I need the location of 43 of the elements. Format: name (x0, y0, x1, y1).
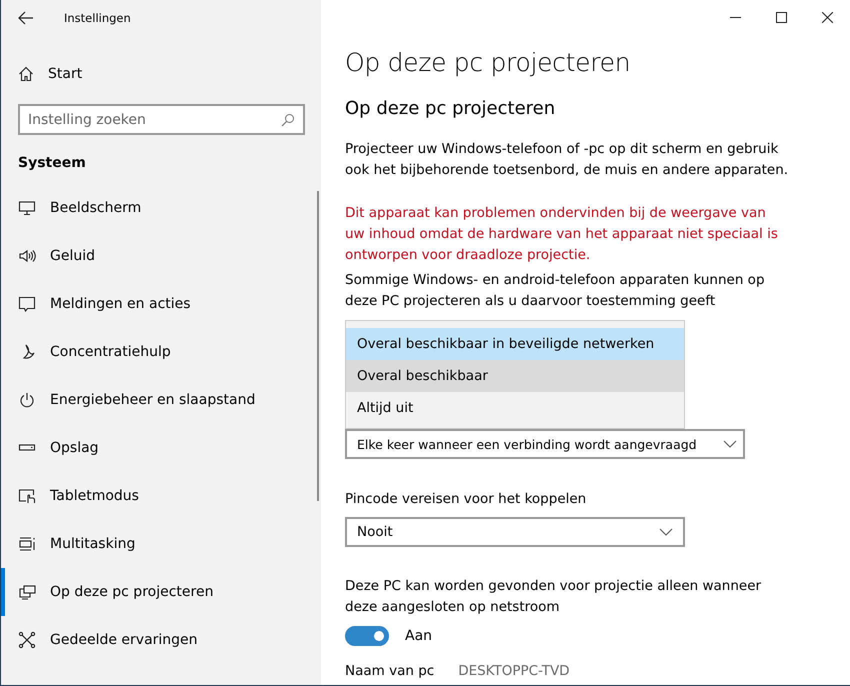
speaker-icon (18, 247, 38, 265)
sidebar-item[interactable]: Energiebeheer en slaapstand (1, 376, 297, 424)
page-title: Op deze pc projecteren (345, 48, 632, 77)
dropdown-option[interactable]: Overal beschikbaar in beveiligde netwerken (346, 328, 684, 360)
sidebar-item[interactable]: Concentratiehulp (1, 328, 297, 376)
pin-label: Pincode vereisen voor het koppelen (345, 490, 588, 509)
speech-bubble-icon (18, 295, 38, 313)
sidebar-item[interactable]: Op deze pc projecteren (1, 568, 301, 616)
home-icon (18, 66, 34, 82)
chevron-icon (723, 440, 737, 448)
search-field[interactable]: Instelling zoeken (18, 104, 305, 135)
sidebar-item[interactable]: Multitasking (1, 520, 297, 568)
power-label: Deze PC kan worden gevonden voor projectie alleen wanneer deze aangesloten op netstroom (345, 577, 762, 617)
pc-name-label: Naam van pc (345, 663, 434, 679)
monitor-icon (18, 199, 38, 217)
sidebar-item[interactable]: Beeldscherm (1, 184, 297, 232)
section-heading: Systeem (18, 155, 87, 171)
section-title: Op deze pc projecteren (345, 98, 556, 119)
chevron-icon (659, 528, 673, 536)
availability-label: Sommige Windows- en android-telefoon apparaten kunnen op deze PC projecteren als u daarvoor toestemming geeft (345, 271, 766, 311)
toggle-label: Aan (405, 628, 432, 644)
projector-icon (18, 583, 38, 601)
toggle-switch[interactable] (345, 626, 389, 646)
sidebar-item[interactable]: Geluid (1, 232, 297, 280)
dropdown-option[interactable]: Overal beschikbaar (346, 360, 684, 392)
description: Projecteer uw Windows-telefoon of -pc op dit scherm en gebruik ook het bijbehorende toetsenbord, de muis en andere apparaten. (345, 140, 790, 180)
window-title: Instellingen (64, 11, 131, 25)
sidebar-item[interactable]: Meldingen en acties (1, 280, 297, 328)
pc-name: DESKTOPPC-TVD (458, 663, 570, 679)
tablet-icon (18, 487, 38, 505)
home-link[interactable]: Start (18, 56, 82, 92)
network-icon (18, 631, 38, 649)
dropdown[interactable]: Nooit (345, 517, 685, 547)
back-icon[interactable] (18, 11, 34, 25)
sidebar-item[interactable]: Gedeelde ervaringen (1, 616, 297, 664)
maximize-icon[interactable] (776, 12, 786, 22)
sidebar-item[interactable]: Tabletmodus (1, 472, 297, 520)
dropdown[interactable]: Elke keer wanneer een verbinding wordt aangevraagd (345, 429, 745, 459)
close-icon[interactable] (822, 12, 832, 22)
warning-text: Dit apparaat kan problemen ondervinden bij de weergave van uw inhoud omdat de hardware van het apparaat niet speciaal is ontworpen voor draadloze projectie. (345, 204, 779, 265)
search-icon (281, 113, 295, 127)
dropdown-option[interactable]: Altijd uit (346, 392, 684, 424)
sidebar-item[interactable]: Opslag (1, 424, 297, 472)
